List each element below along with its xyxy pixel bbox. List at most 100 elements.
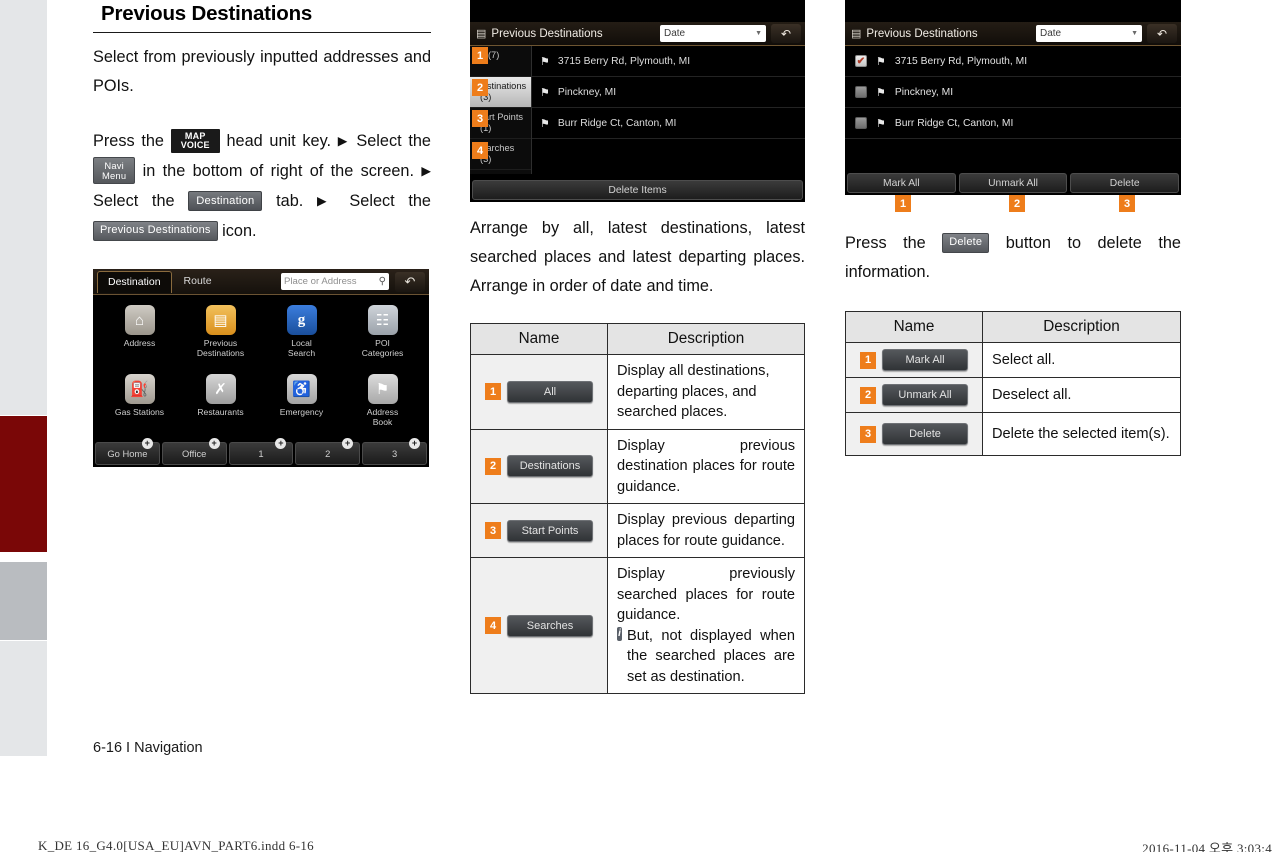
back-icon[interactable]: ↶ (395, 271, 425, 292)
checkbox-unchecked[interactable]: ✓ (855, 86, 867, 98)
nav-item-label: Previous Destinations (196, 338, 245, 358)
shortcut-go-home[interactable]: Go Home + (95, 438, 160, 465)
delete-key: Delete (942, 232, 990, 253)
table-row: 3 Start Points Display previous departin… (470, 503, 805, 558)
middle-description-table: Name Description 1 All Display all desti… (470, 323, 805, 694)
plus-icon[interactable]: + (275, 438, 287, 449)
delete-items-button[interactable]: Delete Items (472, 180, 803, 200)
category-count: (7) (487, 50, 500, 60)
column-header-description: Description (607, 323, 805, 355)
checkbox-unchecked[interactable]: ✓ (855, 117, 867, 129)
nav-item-gas-stations[interactable]: ⛽ Gas Stations (99, 373, 180, 439)
delete-button[interactable]: Delete (1070, 173, 1180, 193)
pd-header-title: Previous Destinations (491, 27, 603, 40)
plus-icon[interactable]: + (342, 438, 354, 449)
previous-destinations-delete-screenshot: ▤ Previous Destinations Date ▼ ↶ ✔ ⚑ 371… (845, 0, 1181, 195)
shortcut-2[interactable]: 2 + (295, 438, 361, 465)
button-searches[interactable]: Searches (507, 614, 593, 637)
google-icon: g (286, 305, 317, 335)
cell-name: 1 All (470, 354, 608, 430)
print-timestamp: 2016-11-04 오후 3:03:4 (1142, 841, 1272, 852)
nav-item-address-book[interactable]: ⚑ Address Book (342, 373, 423, 439)
edge-tab-current-chapter (0, 416, 47, 552)
sort-dropdown[interactable]: Date ▼ (660, 25, 766, 42)
button-delete[interactable]: Delete (882, 423, 968, 445)
sort-dropdown[interactable]: Date ▼ (1036, 25, 1142, 42)
shortcut-office[interactable]: Office + (161, 438, 227, 465)
flag-icon: ⚑ (540, 117, 550, 130)
nav-item-local-search[interactable]: g Local Search (261, 305, 342, 370)
nav-tab-route[interactable]: Route (174, 271, 222, 292)
plus-icon[interactable]: + (408, 438, 420, 449)
list-item[interactable]: ✓ ⚑ Burr Ridge Ct, Canton, MI (845, 108, 1181, 139)
flag-icon: ⚑ (540, 55, 550, 68)
nav-search-field[interactable]: Place or Address ⚲ (281, 273, 389, 290)
button-destinations[interactable]: Destinations (507, 455, 593, 478)
arrow-icon-1: ▶ (337, 134, 350, 148)
sort-value: Date (664, 28, 686, 39)
destination-tab-key: Destination (188, 190, 263, 211)
list-item[interactable]: ⚑ Pinckney, MI (532, 77, 805, 108)
chevron-down-icon[interactable]: ▼ (1131, 30, 1138, 37)
callout-marker-2: 2 (860, 386, 876, 404)
list-item[interactable]: ⚑ Burr Ridge Ct, Canton, MI (532, 108, 805, 139)
step-text-8: icon. (222, 222, 257, 240)
nav-item-restaurants[interactable]: ✗ Restaurants (180, 373, 261, 439)
nav-item-label: Address Book (366, 406, 399, 427)
unmark-all-button[interactable]: Unmark All (958, 173, 1068, 193)
column-left: Previous Destinations Select from previo… (93, 0, 431, 467)
column-right: ▤ Previous Destinations Date ▼ ↶ ✔ ⚑ 371… (845, 0, 1181, 456)
restaurant-icon: ✗ (205, 373, 236, 404)
callout-marker-1: 1 (860, 351, 876, 369)
map-voice-key-line2: VOICE (180, 139, 210, 150)
callout-marker-3: 3 (860, 425, 876, 443)
back-icon[interactable]: ↶ (771, 24, 801, 43)
shortcut-3[interactable]: 3 + (362, 438, 427, 465)
screen-top-bezel (845, 0, 1181, 22)
button-all[interactable]: All (507, 380, 593, 403)
nav-item-label: Emergency (279, 406, 324, 417)
callout-marker-1: 1 (472, 47, 488, 64)
map-voice-key: MAP VOICE (170, 128, 220, 153)
nav-item-poi-categories[interactable]: ☷ POI Categories (342, 305, 423, 370)
chevron-down-icon[interactable]: ▼ (755, 30, 762, 37)
table-header-row: Name Description (470, 323, 805, 355)
checkbox-checked[interactable]: ✔ (855, 55, 867, 67)
plus-icon[interactable]: + (208, 438, 220, 449)
nav-tab-destination[interactable]: Destination (97, 270, 172, 293)
list-item[interactable]: ✓ ⚑ Pinckney, MI (845, 77, 1181, 108)
callout-marker-2: 2 (485, 457, 501, 475)
nav-item-previous-destinations[interactable]: ▤ Previous Destinations (180, 305, 261, 370)
intro-paragraph: Select from previously inputted addresse… (93, 48, 431, 95)
back-icon[interactable]: ↶ (1147, 24, 1177, 43)
cell-name: 1 Mark All (845, 342, 983, 378)
list-item[interactable]: ⚑ 3715 Berry Rd, Plymouth, MI (532, 46, 805, 77)
previous-destinations-screenshot: ▤ Previous Destinations Date ▼ ↶ All (7)… (470, 0, 805, 202)
nav-topbar: Destination Route Place or Address ⚲ ↶ (93, 269, 429, 295)
list-item-label: 3715 Berry Rd, Plymouth, MI (557, 55, 691, 67)
gas-station-icon: ⛽ (124, 373, 155, 404)
right-paragraph: Press the Delete button to delete the in… (845, 229, 1181, 287)
info-icon: i (617, 626, 622, 641)
shortcut-1[interactable]: 1 + (228, 438, 294, 465)
nav-item-emergency[interactable]: ♿ Emergency (261, 373, 342, 439)
mark-all-button[interactable]: Mark All (847, 173, 956, 193)
cell-name: 2 Destinations (470, 428, 608, 504)
nav-item-address[interactable]: ⌂ Address (99, 305, 180, 370)
plus-icon[interactable]: + (141, 438, 153, 449)
arrow-icon-2: ▶ (421, 164, 431, 178)
step-text-3: Select the (356, 132, 431, 150)
table-row: 2 Unmark All Deselect all. (845, 377, 1181, 413)
shortcut-label: Office (182, 448, 207, 459)
note-block: i But, not displayed when the searched p… (617, 626, 795, 688)
list-item-empty (532, 139, 805, 170)
nav-item-label: POI Categories (361, 338, 404, 358)
button-mark-all[interactable]: Mark All (882, 349, 968, 371)
search-icon[interactable]: ⚲ (379, 276, 386, 287)
button-unmark-all[interactable]: Unmark All (882, 384, 968, 406)
destination-checklist: ✔ ⚑ 3715 Berry Rd, Plymouth, MI ✓ ⚑ Pinc… (845, 46, 1181, 139)
page-number-footer: 6-16 I Navigation (93, 740, 203, 756)
middle-paragraph: Arrange by all, latest destinations, lat… (470, 219, 805, 295)
button-start-points[interactable]: Start Points (507, 519, 593, 542)
list-item[interactable]: ✔ ⚑ 3715 Berry Rd, Plymouth, MI (845, 46, 1181, 77)
